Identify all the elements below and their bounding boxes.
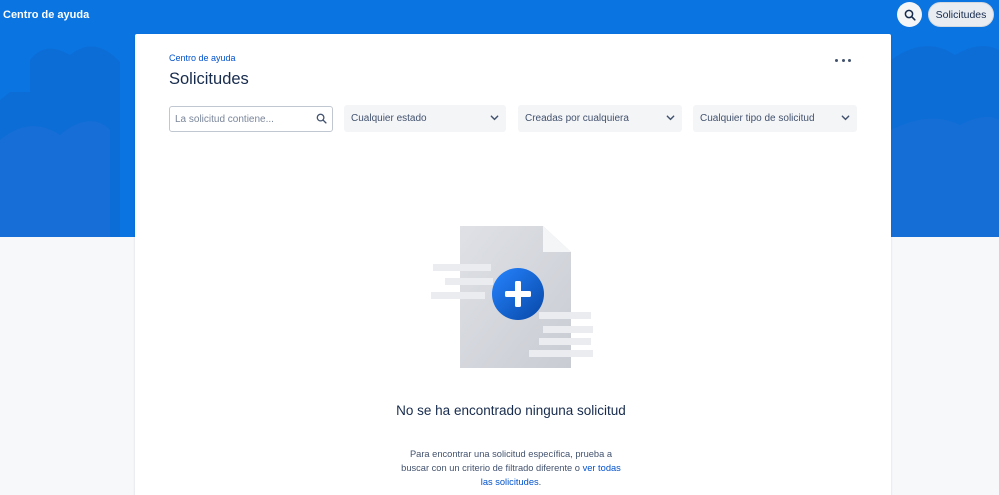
requests-panel: Centro de ayuda Solicitudes Cualquier es… <box>135 34 891 495</box>
search-icon <box>316 113 327 124</box>
request-search-input[interactable] <box>170 107 304 131</box>
chevron-down-icon <box>841 115 850 121</box>
chevron-down-icon <box>666 115 675 121</box>
empty-state-title: No se ha encontrado ninguna solicitud <box>396 403 626 418</box>
status-filter-value: Cualquier estado <box>351 113 427 124</box>
request-type-filter-value: Cualquier tipo de solicitud <box>700 113 815 124</box>
more-horizontal-icon <box>835 58 838 62</box>
header-search-button[interactable] <box>897 2 922 27</box>
page-title: Solicitudes <box>169 70 249 88</box>
requests-button[interactable]: Solicitudes <box>928 2 994 27</box>
created-by-filter-select[interactable]: Creadas por cualquiera <box>518 105 682 132</box>
more-options-button[interactable] <box>835 53 851 67</box>
created-by-filter-value: Creadas por cualquiera <box>525 113 629 124</box>
chevron-down-icon <box>490 115 499 121</box>
request-search-field[interactable] <box>169 106 333 132</box>
breadcrumb[interactable]: Centro de ayuda <box>169 53 236 63</box>
request-type-filter-select[interactable]: Cualquier tipo de solicitud <box>693 105 857 132</box>
document-plus-icon <box>431 226 593 368</box>
search-icon <box>904 9 916 21</box>
help-center-link[interactable]: Centro de ayuda <box>3 9 89 21</box>
empty-state-description: Para encontrar una solicitud específica,… <box>401 449 621 487</box>
status-filter-select[interactable]: Cualquier estado <box>344 105 506 132</box>
